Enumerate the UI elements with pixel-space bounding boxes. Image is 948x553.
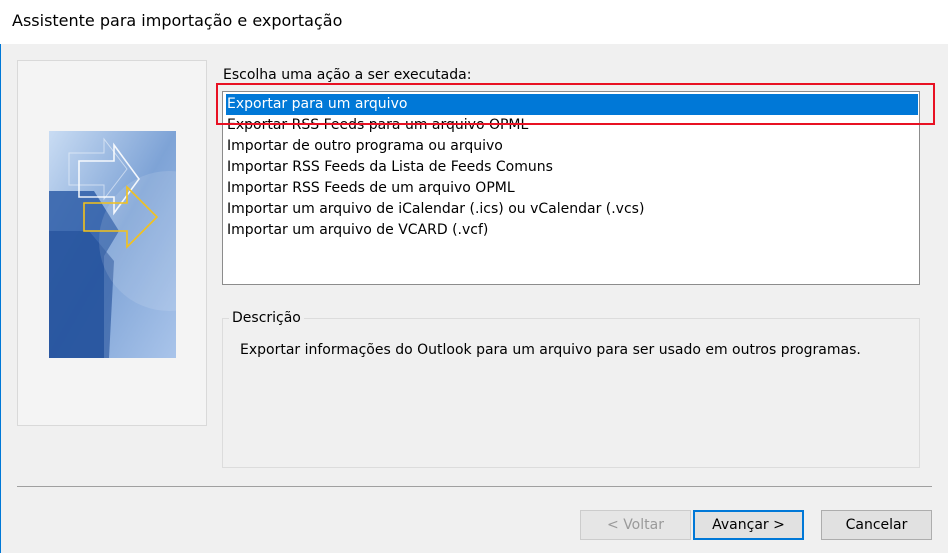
description-groupbox bbox=[222, 318, 920, 468]
description-legend: Descrição bbox=[229, 310, 304, 326]
title-bar: Assistente para importação e exportação bbox=[0, 0, 948, 44]
choose-action-label: Escolha uma ação a ser executada: bbox=[223, 67, 472, 83]
list-item-import-rss-opml[interactable]: Importar RSS Feeds de um arquivo OPML bbox=[226, 178, 918, 199]
list-item-import-rss-common-feeds[interactable]: Importar RSS Feeds da Lista de Feeds Com… bbox=[226, 157, 918, 178]
list-item-import-icalendar[interactable]: Importar um arquivo de iCalendar (.ics) … bbox=[226, 199, 918, 220]
separator bbox=[17, 486, 932, 487]
wizard-art-panel bbox=[17, 60, 207, 426]
list-item-import-vcard[interactable]: Importar um arquivo de VCARD (.vcf) bbox=[226, 220, 918, 241]
window-title: Assistente para importação e exportação bbox=[12, 11, 343, 30]
description-text: Exportar informações do Outlook para um … bbox=[240, 342, 861, 358]
selection-annotation-box bbox=[216, 83, 935, 125]
back-button[interactable]: < Voltar bbox=[580, 510, 691, 540]
cancel-button[interactable]: Cancelar bbox=[821, 510, 932, 540]
list-item-import-other-program[interactable]: Importar de outro programa ou arquivo bbox=[226, 136, 918, 157]
import-export-arrows-art bbox=[49, 131, 176, 358]
next-button[interactable]: Avançar > bbox=[693, 510, 804, 540]
window-edge bbox=[0, 44, 1, 553]
